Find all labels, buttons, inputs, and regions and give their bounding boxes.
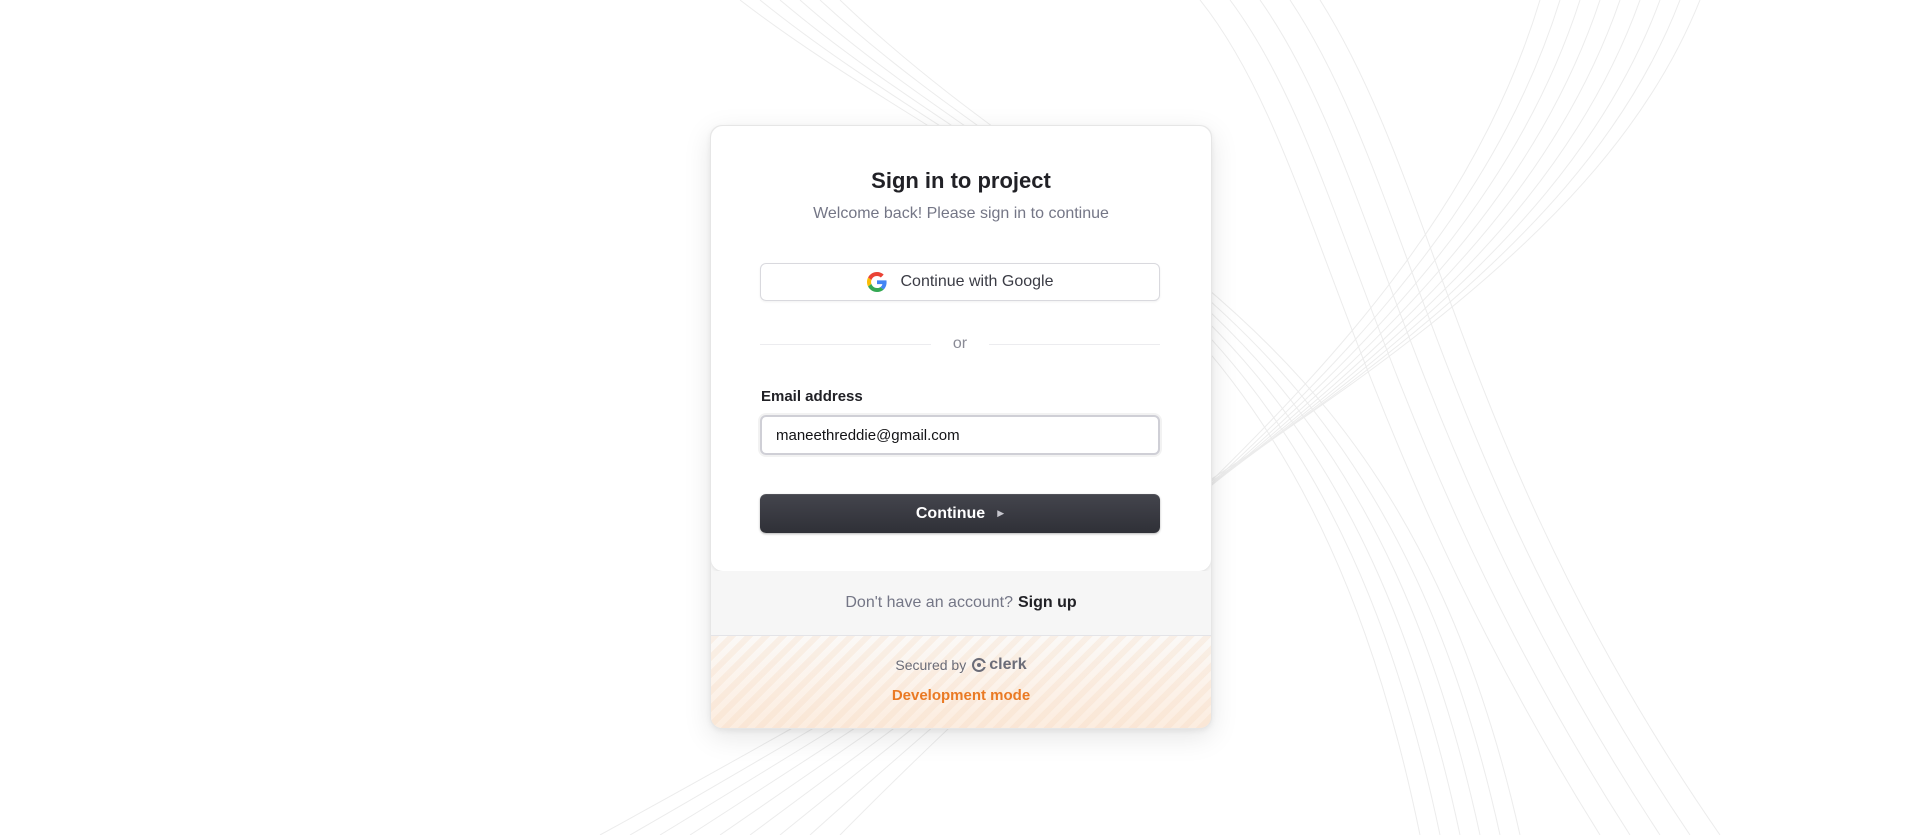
sign-in-card: Sign in to project Welcome back! Please …: [710, 125, 1212, 729]
clerk-logo-link[interactable]: clerk: [972, 656, 1027, 674]
google-button-label: Continue with Google: [900, 273, 1054, 290]
google-g-icon: [866, 272, 887, 292]
signup-prompt-row: Don't have an account? Sign up: [711, 571, 1211, 636]
page-title: Sign in to project: [871, 168, 1051, 193]
secured-by-text: Secured by: [895, 657, 967, 673]
divider-label: or: [952, 335, 968, 352]
secured-by-row: Secured by clerk: [711, 656, 1211, 674]
divider-line-left: [760, 343, 931, 345]
email-field-label: Email address: [761, 388, 863, 405]
email-field[interactable]: [760, 415, 1160, 455]
continue-button-label: Continue: [915, 504, 986, 522]
sign-in-main-panel: Sign in to project Welcome back! Please …: [711, 126, 1211, 571]
signup-prompt-text: Don't have an account?: [845, 594, 1013, 611]
clerk-brand-text: clerk: [989, 656, 1027, 673]
or-divider: or: [760, 334, 1161, 354]
sign-up-link[interactable]: Sign up: [1018, 594, 1077, 612]
continue-button[interactable]: Continue ▶: [760, 494, 1160, 533]
divider-line-right: [989, 343, 1161, 345]
development-mode-badge: Development mode: [891, 687, 1031, 704]
footer: Secured by clerk Development mode: [711, 636, 1211, 728]
clerk-logo-icon: [972, 658, 987, 672]
play-arrow-icon: ▶: [997, 508, 1005, 518]
continue-with-google-button[interactable]: Continue with Google: [760, 263, 1160, 301]
page-subtitle: Welcome back! Please sign in to continue: [813, 205, 1109, 222]
